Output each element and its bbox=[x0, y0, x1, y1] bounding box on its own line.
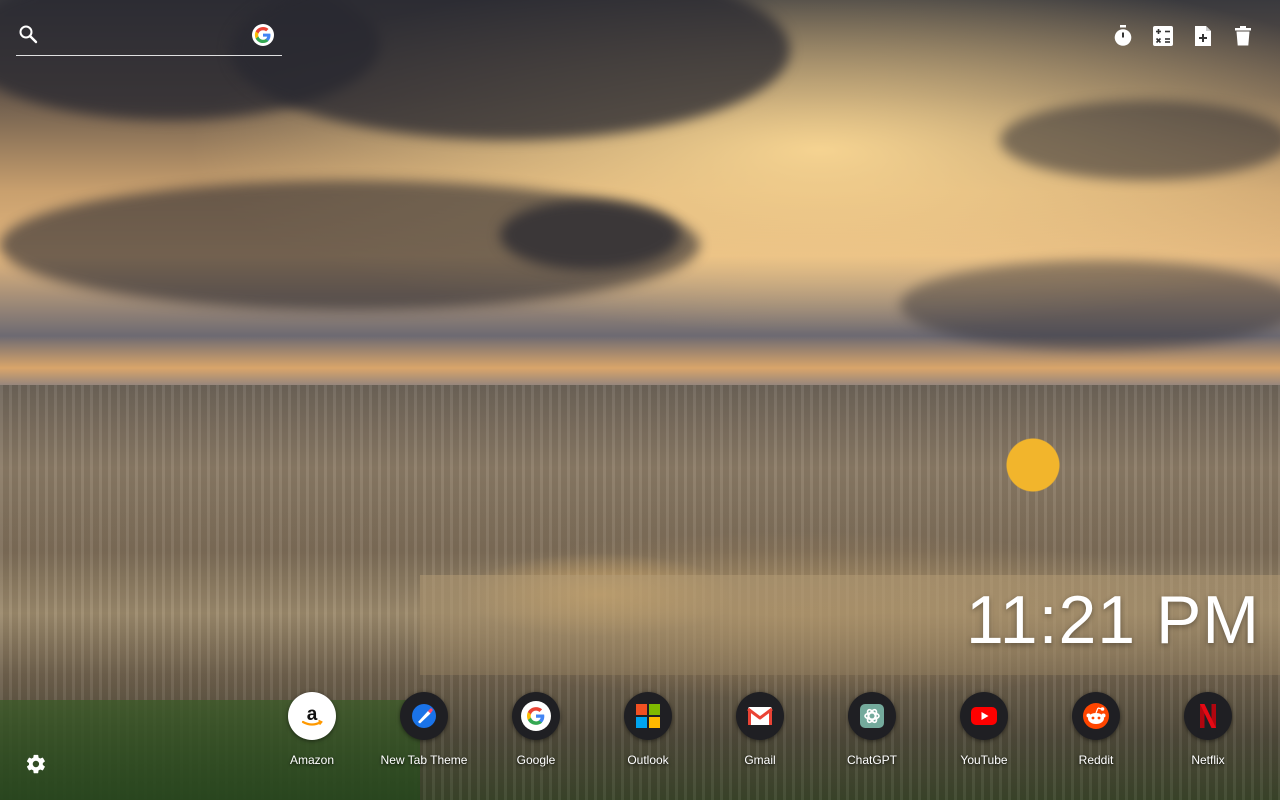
reddit-icon[interactable] bbox=[1072, 692, 1120, 740]
trash-icon[interactable] bbox=[1231, 24, 1254, 47]
shortcuts-dock: a Amazon New Tab Theme Google Outlook Gm… bbox=[268, 692, 1268, 772]
shortcut-label: Reddit bbox=[1078, 753, 1114, 767]
shortcut-label: New Tab Theme bbox=[380, 753, 468, 767]
shortcut-reddit[interactable]: Reddit bbox=[1040, 692, 1152, 767]
shortcut-label: Netflix bbox=[1191, 753, 1225, 767]
google-icon[interactable] bbox=[252, 24, 274, 46]
timer-icon[interactable] bbox=[1111, 24, 1134, 47]
new-tab-theme-icon[interactable] bbox=[400, 692, 448, 740]
outlook-icon[interactable] bbox=[624, 692, 672, 740]
shortcut-label: ChatGPT bbox=[846, 753, 897, 767]
amazon-icon[interactable]: a bbox=[288, 692, 336, 740]
shortcut-chatgpt[interactable]: ChatGPT bbox=[816, 692, 928, 767]
search-icon[interactable] bbox=[18, 24, 38, 44]
shortcut-label: Amazon bbox=[289, 753, 335, 767]
google-icon[interactable] bbox=[512, 692, 560, 740]
chatgpt-icon[interactable] bbox=[848, 692, 896, 740]
youtube-icon[interactable] bbox=[960, 692, 1008, 740]
cloud bbox=[500, 200, 680, 270]
netflix-icon[interactable] bbox=[1184, 692, 1232, 740]
shortcut-youtube[interactable]: YouTube bbox=[928, 692, 1040, 767]
shortcut-gmail[interactable]: Gmail bbox=[704, 692, 816, 767]
svg-text:a: a bbox=[307, 704, 318, 725]
shortcut-new-tab-theme[interactable]: New Tab Theme bbox=[368, 692, 480, 767]
add-note-icon[interactable] bbox=[1191, 24, 1214, 47]
wallpaper-background bbox=[0, 0, 1280, 800]
shortcut-amazon[interactable]: a Amazon bbox=[256, 692, 368, 767]
top-toolbar bbox=[1111, 24, 1254, 47]
shortcut-label: Gmail bbox=[744, 753, 776, 767]
shortcut-netflix[interactable]: Netflix bbox=[1152, 692, 1264, 767]
cloud bbox=[900, 260, 1280, 350]
search-input[interactable] bbox=[48, 24, 252, 48]
gear-icon[interactable] bbox=[25, 753, 47, 775]
shortcut-label: YouTube bbox=[960, 753, 1008, 767]
calculator-icon[interactable] bbox=[1151, 24, 1174, 47]
search-bar[interactable] bbox=[16, 22, 282, 56]
clock: 11:21 PM bbox=[965, 582, 1260, 658]
gmail-icon[interactable] bbox=[736, 692, 784, 740]
cloud bbox=[230, 0, 790, 140]
shortcut-google[interactable]: Google bbox=[480, 692, 592, 767]
shortcut-label: Google bbox=[516, 753, 556, 767]
cloud bbox=[1000, 100, 1280, 180]
shortcut-outlook[interactable]: Outlook bbox=[592, 692, 704, 767]
shortcut-label: Outlook bbox=[627, 753, 669, 767]
